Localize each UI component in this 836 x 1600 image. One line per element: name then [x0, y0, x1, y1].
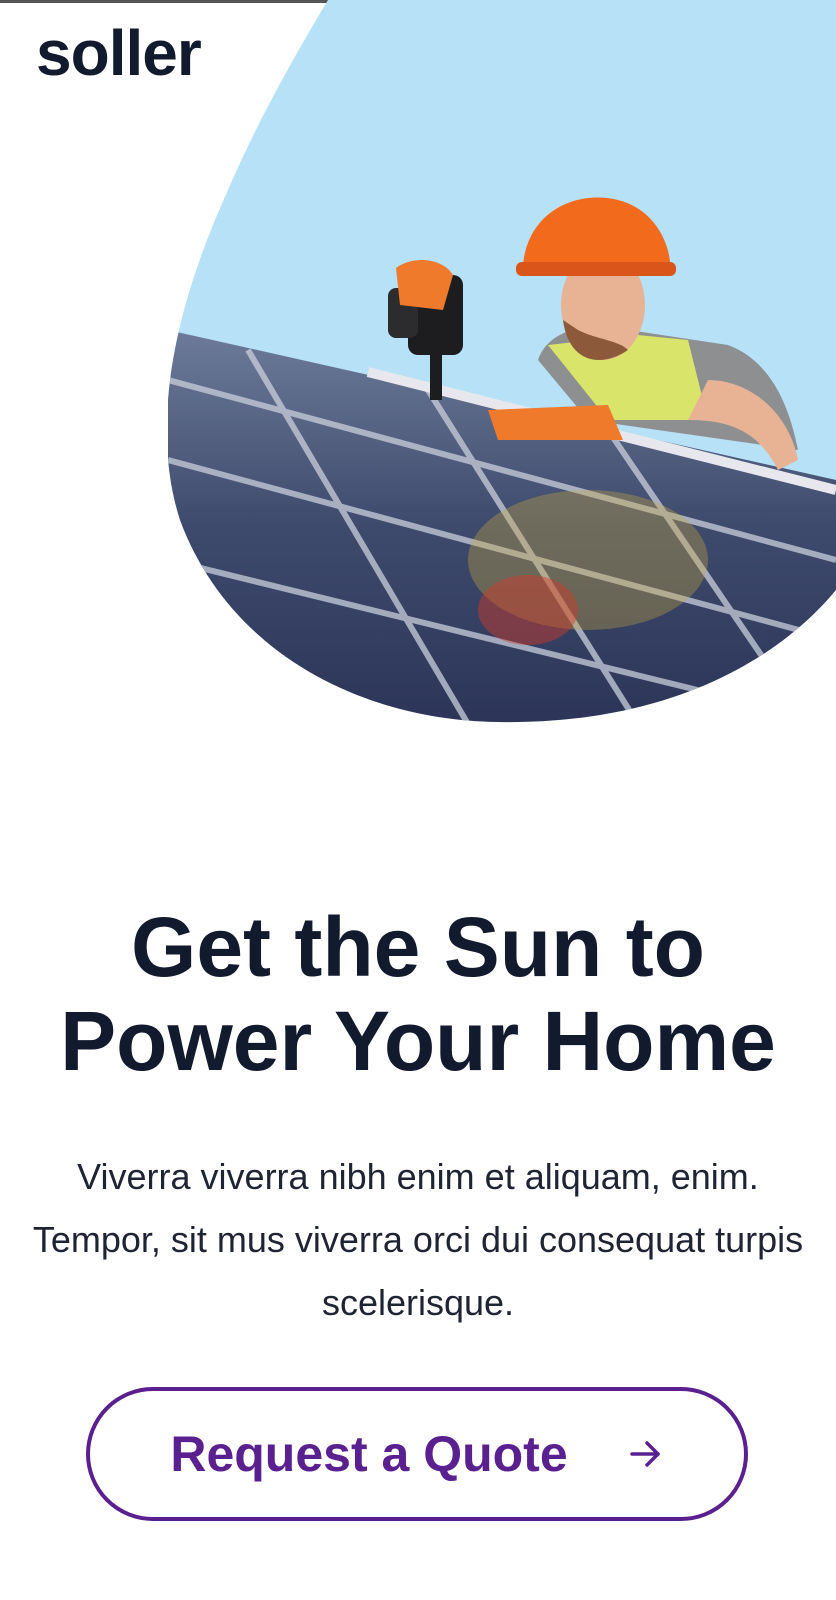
request-quote-label: Request a Quote [170, 1426, 568, 1482]
hero-description: Viverra viverra nibh enim et aliquam, en… [32, 1156, 804, 1323]
arrow-right-icon [629, 1441, 660, 1467]
hero-photo [168, 0, 836, 723]
headline-line-1: Get the Sun to [131, 900, 705, 994]
request-quote-button[interactable]: Request a Quote [86, 1387, 748, 1521]
hero-headline: Get the Sun to Power Your Home [0, 900, 836, 1088]
headline-line-2: Power Your Home [60, 994, 776, 1088]
